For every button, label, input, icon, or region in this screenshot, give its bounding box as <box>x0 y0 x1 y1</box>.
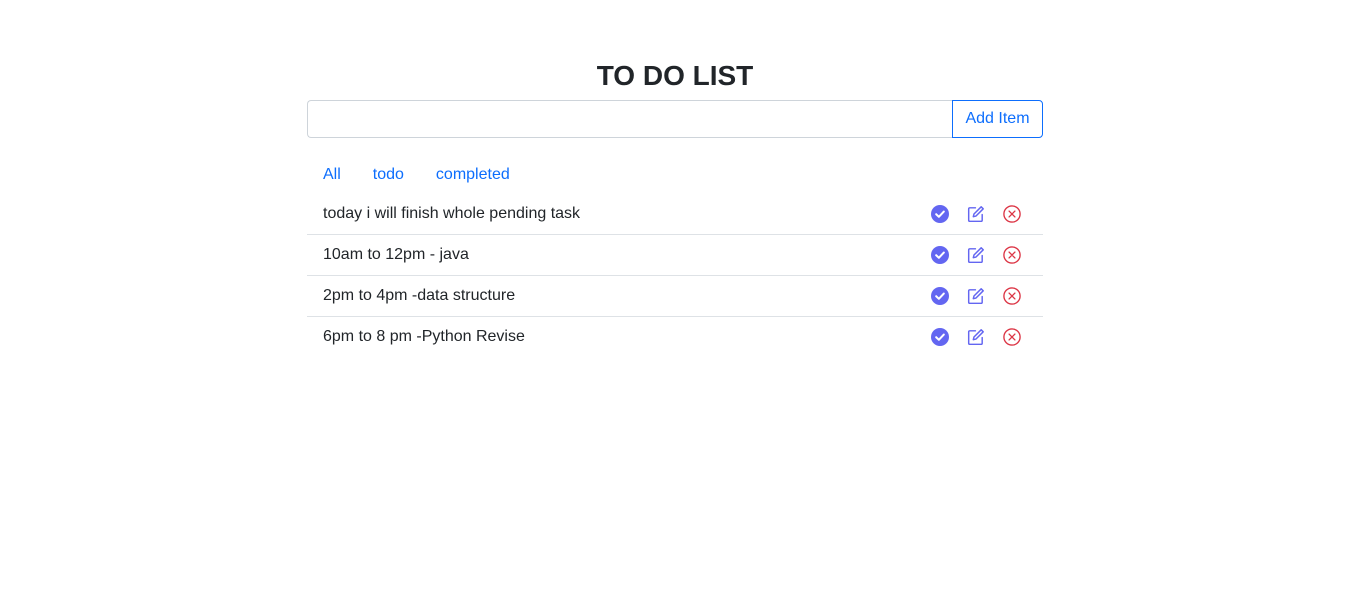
x-circle-icon[interactable] <box>1003 246 1021 264</box>
todo-item-actions <box>913 246 1043 264</box>
check-circle-icon[interactable] <box>931 287 949 305</box>
edit-icon[interactable] <box>967 246 985 264</box>
check-circle-icon[interactable] <box>931 328 949 346</box>
check-circle-icon[interactable] <box>931 246 949 264</box>
todo-item-actions <box>913 328 1043 346</box>
todo-item: today i will finish whole pending task <box>307 194 1043 235</box>
todo-list: today i will finish whole pending task 1… <box>307 194 1043 357</box>
edit-icon[interactable] <box>967 328 985 346</box>
add-item-form: Add Item <box>307 100 1043 138</box>
filter-tabs: All todo completed <box>307 162 526 188</box>
page-title: TO DO LIST <box>596 60 754 91</box>
x-circle-icon[interactable] <box>1003 205 1021 223</box>
todo-item-actions <box>913 205 1043 223</box>
edit-icon[interactable] <box>967 205 985 223</box>
todo-item-text: 6pm to 8 pm -Python Revise <box>323 328 525 345</box>
filter-todo[interactable]: todo <box>357 162 420 188</box>
todo-item: 10am to 12pm - java <box>307 235 1043 276</box>
x-circle-icon[interactable] <box>1003 287 1021 305</box>
x-circle-icon[interactable] <box>1003 328 1021 346</box>
filter-all[interactable]: All <box>307 162 357 188</box>
todo-item: 2pm to 4pm -data structure <box>307 276 1043 317</box>
check-circle-icon[interactable] <box>931 205 949 223</box>
new-item-input[interactable] <box>307 100 952 138</box>
add-item-button[interactable]: Add Item <box>952 100 1043 138</box>
todo-item-text: 2pm to 4pm -data structure <box>323 287 516 304</box>
todo-item-actions <box>913 287 1043 305</box>
edit-icon[interactable] <box>967 287 985 305</box>
todo-item: 6pm to 8 pm -Python Revise <box>307 317 1043 357</box>
todo-item-text: today i will finish whole pending task <box>323 205 581 222</box>
todo-item-text: 10am to 12pm - java <box>323 246 469 263</box>
filter-completed[interactable]: completed <box>420 162 526 188</box>
